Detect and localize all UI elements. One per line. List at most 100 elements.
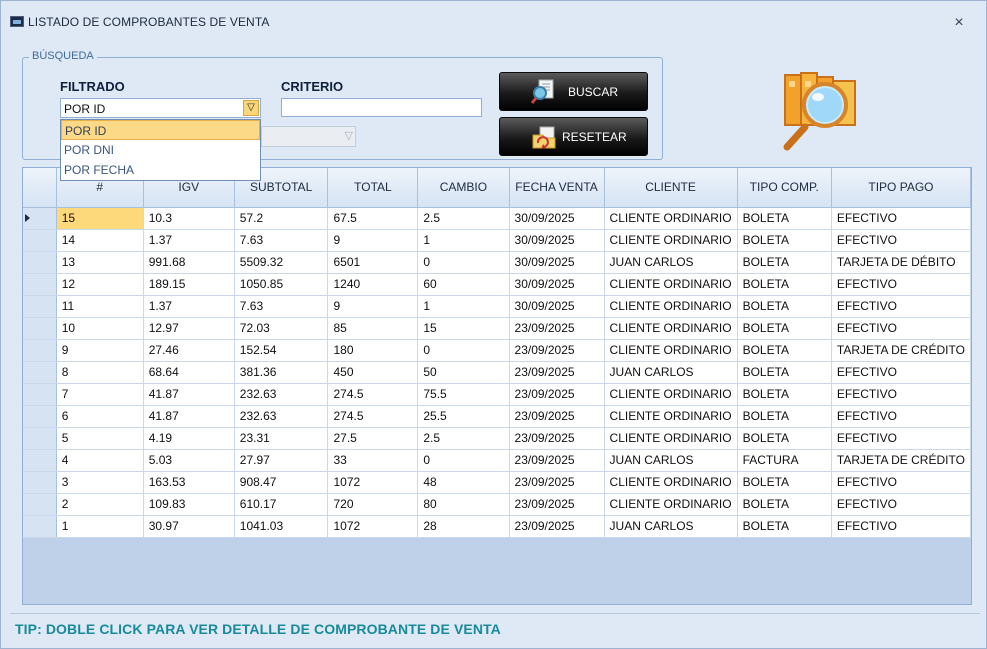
table-cell[interactable]: 30/09/2025 <box>509 229 605 252</box>
table-cell[interactable]: 23/09/2025 <box>509 361 605 384</box>
table-cell[interactable]: 23/09/2025 <box>509 383 605 406</box>
table-cell[interactable]: 152.54 <box>234 339 329 362</box>
table-cell[interactable]: 30/09/2025 <box>509 207 605 230</box>
table-cell[interactable]: EFECTIVO <box>831 427 971 450</box>
table-cell[interactable]: 23/09/2025 <box>509 339 605 362</box>
table-cell[interactable]: 27.5 <box>327 427 419 450</box>
table-cell[interactable]: 163.53 <box>143 471 235 494</box>
criteria-input[interactable] <box>281 98 482 117</box>
table-cell[interactable]: TARJETA DE DÉBITO <box>831 251 971 274</box>
table-row[interactable]: 13 991.68 5509.32 6501 0 30/09/2025 JUAN CARLO… <box>23 251 971 274</box>
table-cell[interactable]: 13 <box>56 251 144 274</box>
row-header-cell[interactable] <box>23 383 57 406</box>
table-cell[interactable]: 27.97 <box>234 449 329 472</box>
table-cell[interactable]: 23.31 <box>234 427 329 450</box>
row-header-cell[interactable] <box>23 273 57 296</box>
table-cell[interactable]: 7 <box>56 383 144 406</box>
table-row[interactable]: 14 1.37 7.63 9 1 30/09/2025 CLIENTE ORDINARIO B… <box>23 229 971 252</box>
table-cell[interactable]: CLIENTE ORDINARIO <box>604 383 738 406</box>
table-cell[interactable]: BOLETA <box>737 339 832 362</box>
table-cell[interactable]: CLIENTE ORDINARIO <box>604 405 738 428</box>
table-cell[interactable]: 60 <box>417 273 510 296</box>
table-cell[interactable]: BOLETA <box>737 515 832 538</box>
table-cell[interactable]: EFECTIVO <box>831 207 971 230</box>
table-cell[interactable]: EFECTIVO <box>831 471 971 494</box>
table-cell[interactable]: 30/09/2025 <box>509 295 605 318</box>
close-icon[interactable]: × <box>951 15 967 31</box>
table-cell[interactable]: 1.37 <box>143 295 235 318</box>
column-header-tipo-comp[interactable]: TIPO COMP. <box>737 168 832 208</box>
table-cell[interactable]: 4.19 <box>143 427 235 450</box>
table-row[interactable]: 8 68.64 381.36 450 50 23/09/2025 JUAN CARLOS BO… <box>23 361 971 384</box>
table-cell[interactable]: BOLETA <box>737 427 832 450</box>
row-header-cell[interactable] <box>23 229 57 252</box>
table-cell[interactable]: CLIENTE ORDINARIO <box>604 207 738 230</box>
table-cell[interactable]: CLIENTE ORDINARIO <box>604 471 738 494</box>
row-header-cell[interactable] <box>23 515 57 538</box>
table-cell[interactable]: 5 <box>56 427 144 450</box>
table-cell[interactable]: 50 <box>417 361 510 384</box>
table-cell[interactable]: 72.03 <box>234 317 329 340</box>
table-cell[interactable]: 1 <box>417 295 510 318</box>
row-header-cell[interactable] <box>23 339 57 362</box>
table-cell[interactable]: 57.2 <box>234 207 329 230</box>
buscar-button[interactable]: BUSCAR <box>499 72 648 111</box>
table-cell[interactable]: JUAN CARLOS <box>604 449 738 472</box>
table-cell[interactable]: 991.68 <box>143 251 235 274</box>
table-cell[interactable]: 23/09/2025 <box>509 427 605 450</box>
table-cell[interactable]: BOLETA <box>737 493 832 516</box>
row-header-cell[interactable] <box>23 493 57 516</box>
table-cell[interactable]: CLIENTE ORDINARIO <box>604 229 738 252</box>
table-cell[interactable]: 1072 <box>327 515 419 538</box>
table-cell[interactable]: 1041.03 <box>234 515 329 538</box>
table-cell[interactable]: 2.5 <box>417 427 510 450</box>
table-cell[interactable]: 8 <box>56 361 144 384</box>
row-header-cell[interactable] <box>23 427 57 450</box>
table-cell[interactable]: EFECTIVO <box>831 405 971 428</box>
table-cell[interactable]: 41.87 <box>143 383 235 406</box>
table-row[interactable]: 5 4.19 23.31 27.5 2.5 23/09/2025 CLIENTE ORDIN… <box>23 427 971 450</box>
table-cell[interactable]: EFECTIVO <box>831 273 971 296</box>
row-header-cell[interactable] <box>23 449 57 472</box>
table-cell[interactable]: 4 <box>56 449 144 472</box>
table-cell[interactable]: 30/09/2025 <box>509 251 605 274</box>
table-cell[interactable]: CLIENTE ORDINARIO <box>604 295 738 318</box>
table-cell[interactable]: 720 <box>327 493 419 516</box>
table-cell[interactable]: CLIENTE ORDINARIO <box>604 493 738 516</box>
table-cell[interactable]: 10 <box>56 317 144 340</box>
column-header-cliente[interactable]: CLIENTE <box>604 168 738 208</box>
table-cell[interactable]: 5509.32 <box>234 251 329 274</box>
table-cell[interactable]: TARJETA DE CRÉDITO <box>831 339 971 362</box>
resetear-button[interactable]: RESETEAR <box>499 117 648 156</box>
table-cell[interactable]: 28 <box>417 515 510 538</box>
table-cell[interactable]: 30.97 <box>143 515 235 538</box>
table-row[interactable]: 10 12.97 72.03 85 15 23/09/2025 CLIENTE ORDINA… <box>23 317 971 340</box>
table-cell[interactable]: 6501 <box>327 251 419 274</box>
table-row[interactable]: 12 189.15 1050.85 1240 60 30/09/2025 CLIENTE O… <box>23 273 971 296</box>
table-cell[interactable]: BOLETA <box>737 471 832 494</box>
table-cell[interactable]: 30/09/2025 <box>509 273 605 296</box>
table-cell[interactable]: 14 <box>56 229 144 252</box>
table-cell[interactable]: 6 <box>56 405 144 428</box>
dropdown-option-por-dni[interactable]: POR DNI <box>61 140 260 160</box>
column-header-fecha-venta[interactable]: FECHA VENTA <box>509 168 605 208</box>
table-cell[interactable]: 80 <box>417 493 510 516</box>
table-cell[interactable]: CLIENTE ORDINARIO <box>604 427 738 450</box>
table-cell[interactable]: BOLETA <box>737 251 832 274</box>
table-cell[interactable]: 189.15 <box>143 273 235 296</box>
column-header-total[interactable]: TOTAL <box>327 168 419 208</box>
table-cell[interactable]: 7.63 <box>234 295 329 318</box>
table-cell[interactable]: 232.63 <box>234 405 329 428</box>
table-cell[interactable]: BOLETA <box>737 207 832 230</box>
table-cell[interactable]: 15 <box>417 317 510 340</box>
table-row[interactable]: 11 1.37 7.63 9 1 30/09/2025 CLIENTE ORDINARIO B… <box>23 295 971 318</box>
row-header-cell[interactable] <box>23 361 57 384</box>
table-cell[interactable]: EFECTIVO <box>831 493 971 516</box>
table-row[interactable]: 7 41.87 232.63 274.5 75.5 23/09/2025 CLIENTE O… <box>23 383 971 406</box>
table-row[interactable]: 9 27.46 152.54 180 0 23/09/2025 CLIENTE ORDINA… <box>23 339 971 362</box>
row-header-cell[interactable] <box>23 207 57 230</box>
table-cell[interactable]: JUAN CARLOS <box>604 515 738 538</box>
row-header-cell[interactable] <box>23 251 57 274</box>
table-cell[interactable]: CLIENTE ORDINARIO <box>604 339 738 362</box>
table-cell[interactable]: BOLETA <box>737 405 832 428</box>
